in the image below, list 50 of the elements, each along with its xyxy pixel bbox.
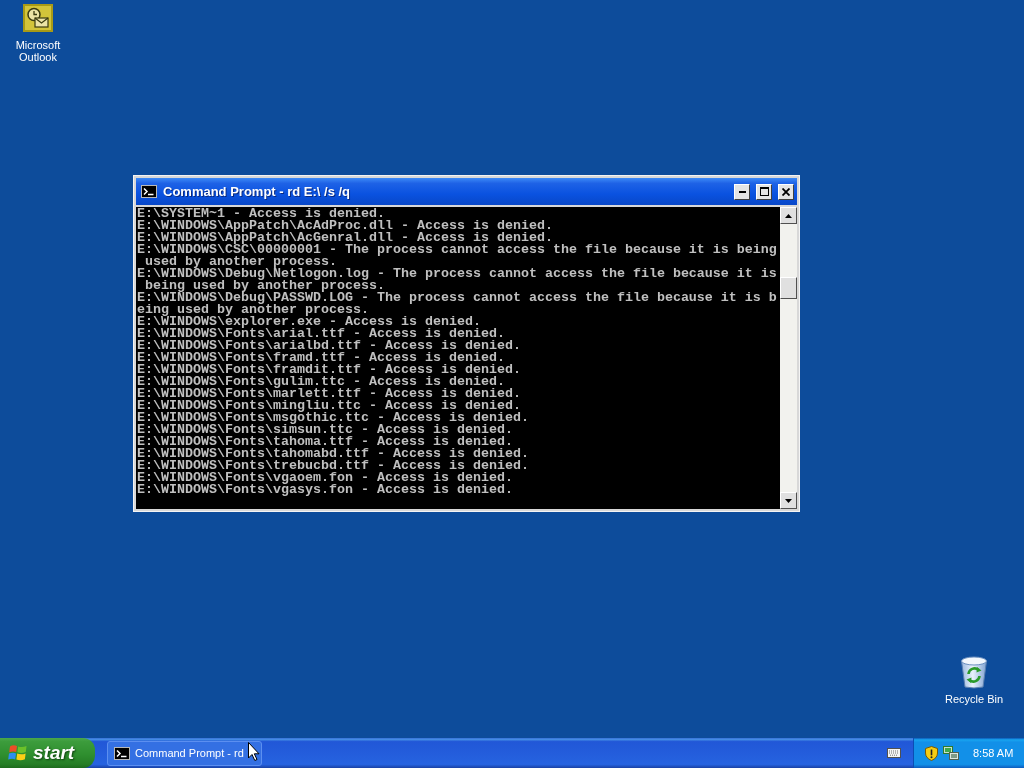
clock[interactable]: 8:58 AM — [973, 747, 1014, 759]
console-line: E:\WINDOWS\Debug\PASSWD.LOG - The process cannot access the file because it is b — [137, 292, 778, 304]
taskbar-task-button[interactable]: Command Prompt - rd — [107, 740, 262, 766]
network-icon[interactable] — [943, 745, 959, 761]
keyboard-icon[interactable] — [887, 748, 901, 758]
console-line: E:\WINDOWS\Fonts\tahomabd.ttf - Access is denied. — [137, 448, 530, 460]
console-line: eing used by another process. — [137, 304, 369, 316]
scroll-down-button[interactable] — [780, 492, 797, 509]
console-line: E:\WINDOWS\Fonts\framd.ttf - Access is denied. — [137, 352, 505, 364]
console-line: E:\WINDOWS\Fonts\marlett.ttf - Access is denied. — [137, 388, 522, 400]
console-line: used by another process. — [145, 256, 337, 268]
shortcut-label[interactable]: Microsoft Outlook — [2, 39, 74, 63]
windows-flag-icon — [8, 744, 28, 762]
console-line: E:\WINDOWS\AppPatch\AcGenral.dll - Access is denied. — [137, 232, 554, 244]
shield-icon[interactable] — [925, 745, 938, 761]
console-line: E:\SYSTEM~1 - Access is denied. — [137, 208, 385, 220]
minimize-button[interactable] — [734, 183, 750, 200]
maximize-button[interactable] — [756, 183, 772, 200]
scroll-up-button[interactable] — [780, 207, 797, 224]
console-line: E:\WINDOWS\Fonts\trebucbd.ttf - Access is denied. — [137, 460, 530, 472]
close-button[interactable] — [778, 183, 794, 200]
up-triangle-icon — [785, 213, 792, 218]
window-title: Command Prompt - rd E:\ /s /q — [163, 184, 352, 199]
console-line: being used by another process. — [145, 280, 385, 292]
console-line: E:\WINDOWS\Fonts\tahoma.ttf - Access is denied. — [137, 436, 513, 448]
console-line: E:\WINDOWS\Fonts\framdit.ttf - Access is denied. — [137, 364, 522, 376]
terminal-icon — [114, 746, 130, 760]
terminal-icon — [141, 185, 157, 198]
console-line: E:\WINDOWS\Fonts\vgasys.fon - Access is denied. — [137, 484, 514, 496]
console-line: E:\WINDOWS\CSC\00000001 - The process cannot access the file because it is being — [137, 244, 778, 256]
mouse-pointer-icon — [248, 742, 260, 761]
console-line: E:\WINDOWS\Fonts\gulim.ttc - Access is denied. — [137, 376, 505, 388]
trash-bin-icon[interactable] — [959, 655, 989, 689]
maximize-icon — [759, 187, 769, 196]
console-line: E:\WINDOWS\Fonts\arialbd.ttf - Access is denied. — [137, 340, 522, 352]
shortcut-label[interactable]: Recycle Bin — [944, 693, 1004, 705]
down-triangle-icon — [785, 498, 792, 503]
console-line: E:\WINDOWS\explorer.exe - Access is denied. — [137, 316, 481, 328]
scroll-thumb[interactable] — [780, 277, 797, 299]
start-button[interactable]: start — [0, 738, 95, 768]
console-line: E:\WINDOWS\Fonts\vgaoem.fon - Access is denied. — [137, 472, 514, 484]
minimize-icon — [738, 190, 746, 193]
close-icon — [782, 187, 790, 196]
console-line: E:\WINDOWS\Fonts\msgothic.ttc - Access is denied. — [137, 412, 530, 424]
mail-clock-icon[interactable] — [23, 4, 53, 32]
console-line: E:\WINDOWS\Fonts\arial.ttf - Access is denied. — [137, 328, 505, 340]
console-line: E:\WINDOWS\Debug\Netlogon.log - The process cannot access the file because it is — [137, 268, 778, 280]
console-line: E:\WINDOWS\Fonts\mingliu.ttc - Access is denied. — [137, 400, 521, 412]
console-line: E:\WINDOWS\AppPatch\AcAdProc.dll - Access is denied. — [137, 220, 554, 232]
console-line: E:\WINDOWS\Fonts\simsun.ttc - Access is denied. — [137, 424, 514, 436]
